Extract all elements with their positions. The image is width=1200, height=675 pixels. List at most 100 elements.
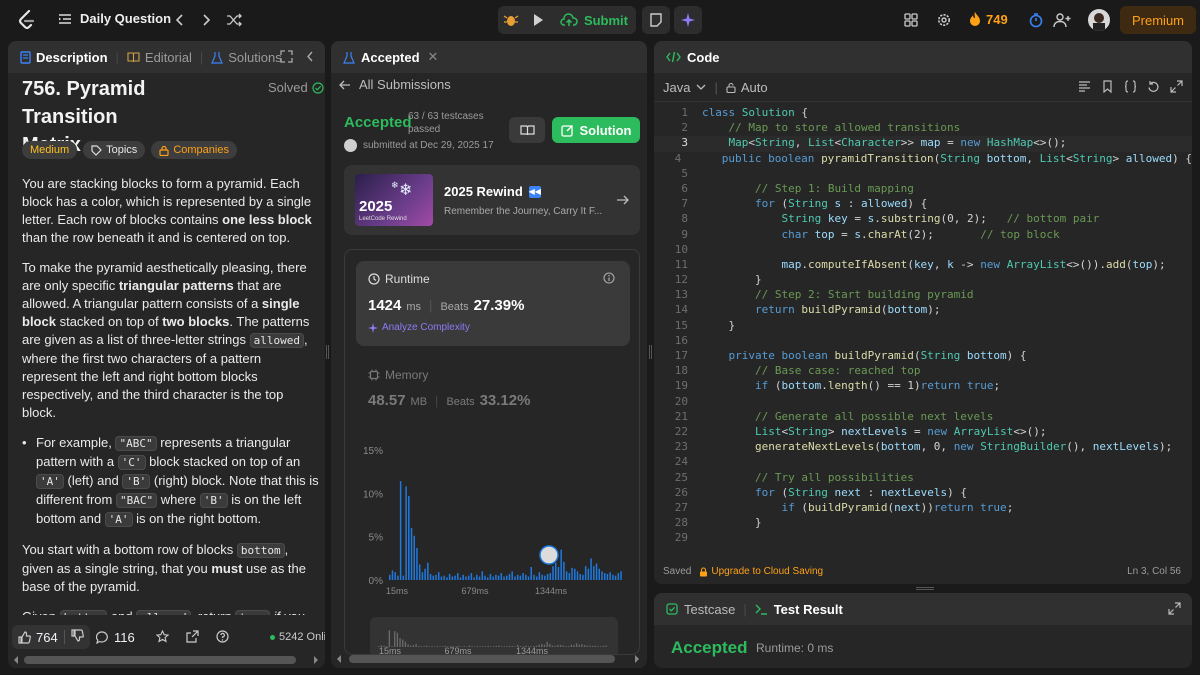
- book-open-icon: [519, 125, 535, 136]
- x-tick-label: 15ms: [386, 586, 409, 596]
- scroll-right-icon[interactable]: [633, 654, 641, 664]
- scroll-left-icon[interactable]: [335, 654, 343, 664]
- code-token: );: [1152, 257, 1166, 271]
- scroll-right-icon[interactable]: [312, 655, 320, 665]
- code-line: 1 class Solution {: [654, 106, 1192, 121]
- close-tab-icon[interactable]: ✕: [428, 49, 439, 65]
- memory-label[interactable]: Memory: [368, 368, 428, 382]
- format-icon[interactable]: [1078, 80, 1091, 92]
- mini-bar: [423, 646, 425, 647]
- favorite-button[interactable]: [155, 629, 170, 646]
- ai-assistant-button[interactable]: [674, 6, 702, 34]
- prev-problem-button[interactable]: [170, 10, 188, 30]
- checkbox-icon: [666, 603, 678, 615]
- vote-group: 764: [12, 625, 90, 649]
- companies-tag[interactable]: Companies: [151, 141, 237, 159]
- run-button[interactable]: [525, 6, 552, 34]
- distribution-bar: [497, 575, 500, 580]
- panel-resize-handle[interactable]: [326, 345, 329, 359]
- distribution-bar: [519, 575, 522, 580]
- line-number: 5: [681, 166, 688, 180]
- bookmark-icon[interactable]: [1101, 80, 1114, 93]
- tab-editorial[interactable]: Editorial: [127, 50, 192, 65]
- notes-button[interactable]: [642, 6, 670, 34]
- auto-mode-toggle[interactable]: Auto: [726, 80, 768, 95]
- y-tick-label: 10%: [363, 489, 383, 500]
- maximize-icon[interactable]: [1168, 602, 1181, 615]
- description-tabs: Description | Editorial | Solutions: [8, 41, 325, 73]
- chart-range-selector[interactable]: 15ms 679ms 1344ms: [370, 617, 618, 654]
- layout-button[interactable]: [902, 11, 920, 29]
- expand-icon: [280, 50, 293, 63]
- code-token: next: [894, 500, 921, 514]
- leetcode-logo-icon[interactable]: [16, 9, 38, 31]
- debug-button[interactable]: [498, 6, 525, 34]
- list-icon: [59, 13, 71, 24]
- mini-bar: [436, 645, 439, 647]
- runtime-box[interactable]: Runtime 1424 ms | Beats 27.39% Analyze C…: [356, 261, 630, 346]
- reset-icon[interactable]: [1147, 80, 1160, 93]
- line-number: 6: [681, 181, 688, 195]
- bug-icon: [504, 15, 519, 26]
- tab-accepted[interactable]: Accepted ✕: [343, 49, 438, 65]
- line-content: }: [688, 319, 735, 334]
- code-token: );: [927, 303, 941, 317]
- rewind-banner[interactable]: 2025 LeetCode Rewind ❄ ❄ 2025 Rewind ◀◀ R…: [344, 165, 640, 235]
- panel-resize-handle[interactable]: [649, 345, 652, 359]
- code-token: public boolean: [695, 151, 822, 165]
- code-editor[interactable]: 1 class Solution {2 // Map to store allow…: [654, 106, 1192, 556]
- premium-button[interactable]: Premium: [1120, 6, 1197, 34]
- x-tick-label: 679ms: [461, 586, 489, 596]
- comments-button[interactable]: 116: [96, 630, 135, 645]
- mini-bar: [439, 646, 441, 647]
- dislike-button[interactable]: [65, 629, 90, 645]
- topics-tag[interactable]: Topics: [83, 141, 146, 159]
- settings-button[interactable]: [935, 11, 953, 29]
- upgrade-link[interactable]: Upgrade to Cloud Saving: [699, 566, 823, 577]
- distribution-bar: [544, 575, 546, 580]
- random-problem-button[interactable]: [224, 10, 244, 30]
- tab-testcase[interactable]: Testcase: [666, 602, 735, 617]
- editorial-button[interactable]: [509, 117, 545, 143]
- runtime-distribution-chart[interactable]: 15% 10% 5% 0%15ms 679ms 1344ms: [345, 440, 639, 600]
- runtime-label: Runtime: [368, 272, 430, 286]
- code-token: allowed: [860, 197, 908, 211]
- analyze-complexity-link[interactable]: Analyze Complexity: [368, 322, 470, 333]
- cursor-position: Ln 3, Col 56: [1127, 566, 1181, 577]
- streak-counter[interactable]: 749: [968, 11, 1008, 27]
- braces-icon[interactable]: [1124, 80, 1137, 93]
- share-button[interactable]: [186, 630, 199, 646]
- like-button[interactable]: 764: [12, 630, 64, 645]
- tab-test-result[interactable]: Test Result: [755, 602, 843, 617]
- shuffle-icon: [227, 13, 242, 27]
- expand-panel-button[interactable]: [280, 50, 293, 66]
- next-problem-button[interactable]: [198, 10, 216, 30]
- horizontal-scrollbar[interactable]: [349, 655, 615, 663]
- tab-code[interactable]: Code: [666, 50, 720, 65]
- add-friend-button[interactable]: [1052, 10, 1072, 30]
- inline-code: 'C': [117, 455, 146, 470]
- avatar[interactable]: [1088, 9, 1110, 31]
- horizontal-scrollbar[interactable]: [24, 656, 296, 664]
- panel-resize-handle[interactable]: [916, 587, 934, 590]
- line-number: 2: [681, 121, 688, 135]
- difficulty-badge[interactable]: Medium: [22, 141, 78, 159]
- post-solution-button[interactable]: Solution: [552, 117, 640, 143]
- code-token: (: [801, 500, 808, 514]
- text-segment: must: [211, 561, 243, 576]
- tab-solutions[interactable]: Solutions: [211, 50, 282, 65]
- all-submissions-link[interactable]: All Submissions: [339, 77, 451, 92]
- code-line: 15 }: [654, 319, 1192, 334]
- submit-button[interactable]: Submit: [552, 6, 636, 34]
- language-select[interactable]: Java: [663, 80, 706, 95]
- text-segment: triangular patterns: [118, 278, 234, 293]
- timer-button[interactable]: [1026, 10, 1046, 30]
- scroll-left-icon[interactable]: [12, 655, 20, 665]
- help-button[interactable]: [216, 630, 229, 646]
- collapse-panel-button[interactable]: [305, 50, 315, 66]
- user-avatar: [344, 139, 357, 152]
- info-icon[interactable]: [603, 272, 615, 284]
- maximize-icon[interactable]: [1170, 80, 1183, 93]
- tab-description[interactable]: Description: [20, 50, 108, 65]
- problem-list-link[interactable]: Daily Question: [58, 11, 171, 26]
